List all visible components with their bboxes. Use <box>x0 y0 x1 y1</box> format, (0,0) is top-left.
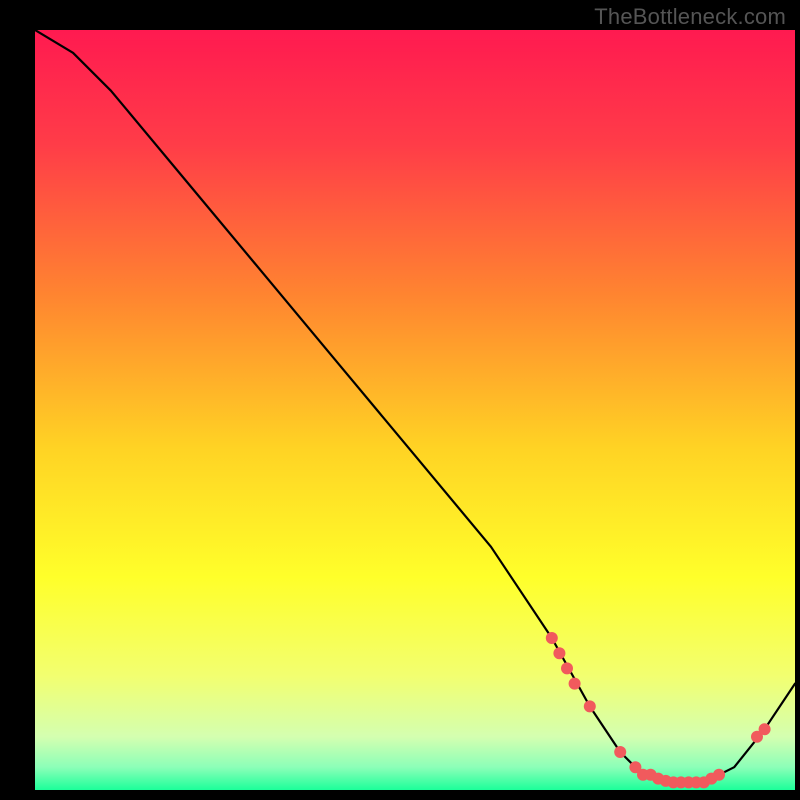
marker-dot <box>759 723 771 735</box>
marker-dot <box>713 769 725 781</box>
chart-container: TheBottleneck.com <box>0 0 800 800</box>
watermark-text: TheBottleneck.com <box>594 4 786 30</box>
curve-layer <box>35 30 795 790</box>
bottleneck-curve <box>35 30 795 782</box>
marker-dot <box>584 700 596 712</box>
marker-dot <box>546 632 558 644</box>
marker-dot <box>561 662 573 674</box>
marker-dot <box>569 678 581 690</box>
marker-dot <box>553 647 565 659</box>
marker-dot <box>614 746 626 758</box>
plot-area <box>35 30 795 790</box>
